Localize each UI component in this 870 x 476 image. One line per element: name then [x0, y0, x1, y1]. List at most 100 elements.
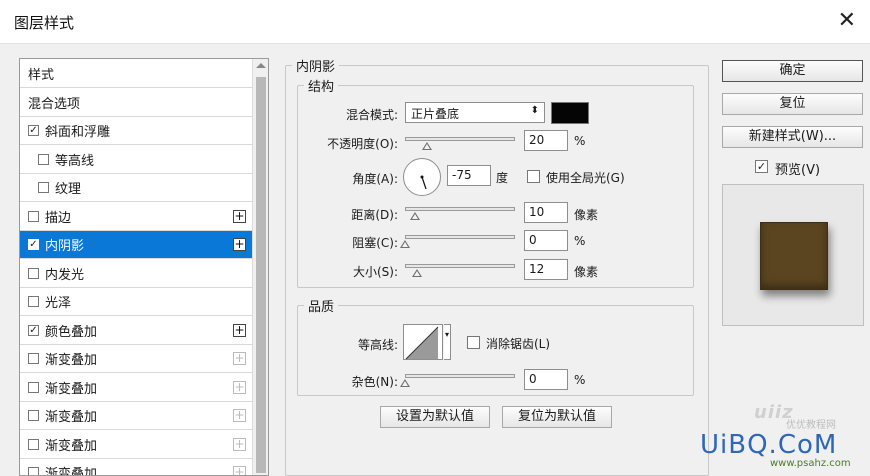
ok-button[interactable]: 确定 [722, 60, 863, 82]
style-list-item[interactable]: 渐变叠加 + [20, 345, 252, 373]
antialias-checkbox[interactable] [467, 336, 480, 349]
title-bar: 图层样式 ✕ [0, 0, 870, 44]
style-list-item[interactable]: 光泽 [20, 288, 252, 316]
style-list-item[interactable]: 渐变叠加 + [20, 402, 252, 430]
add-effect-plus-icon: + [233, 436, 246, 451]
distance-slider-thumb[interactable] [410, 212, 420, 220]
choke-slider-thumb[interactable] [400, 240, 410, 248]
scroll-up-arrow-icon[interactable] [256, 63, 266, 68]
size-input[interactable]: 12 [524, 259, 568, 280]
add-effect-plus-icon[interactable]: + [233, 209, 246, 223]
noise-slider[interactable] [405, 374, 515, 378]
style-list-item-label: 内阴影 [45, 239, 85, 254]
preview-swatch [760, 222, 828, 290]
size-unit: 像素 [574, 265, 599, 279]
contour-preview-icon [405, 326, 439, 360]
style-list-item-label: 渐变叠加 [45, 410, 98, 425]
blend-mode-select[interactable]: 正片叠底 ⬍ [405, 102, 545, 123]
opacity-unit: % [574, 134, 586, 148]
opacity-input[interactable]: 20 [524, 130, 568, 151]
distance-label: 距离(D): [351, 208, 398, 222]
style-list-item[interactable]: 纹理 [20, 174, 252, 202]
quality-legend: 品质 [308, 300, 335, 315]
blend-mode-label: 混合模式: [345, 108, 398, 122]
noise-slider-thumb[interactable] [400, 379, 410, 387]
style-list-item[interactable]: 等高线 [20, 146, 252, 174]
add-effect-plus-icon[interactable]: + [233, 323, 246, 337]
add-effect-plus-icon: + [233, 408, 246, 422]
style-list-item[interactable]: 混合选项 [20, 89, 252, 117]
watermark-site: www.psahz.com [770, 458, 851, 469]
checkbox-checked-icon[interactable]: ✓ [28, 324, 39, 336]
style-list-item[interactable]: 描边 + [20, 203, 252, 231]
watermark-subtitle: 优优教程网 [786, 420, 836, 431]
style-list-item[interactable]: 样式 [20, 60, 252, 88]
choke-label: 阻塞(C): [352, 236, 398, 250]
new-style-button[interactable]: 新建样式(W)... [722, 126, 863, 148]
style-list-item[interactable]: ✓ 内阴影 + [20, 231, 252, 259]
style-list-item-label: 描边 [45, 210, 72, 226]
opacity-slider[interactable] [405, 137, 515, 141]
checkbox-icon[interactable] [28, 438, 39, 450]
contour-label: 等高线: [357, 338, 398, 352]
style-list-item-label: 斜面和浮雕 [45, 125, 111, 140]
distance-unit: 像素 [574, 208, 599, 222]
style-list-item-label: 等高线 [55, 153, 95, 169]
angle-input[interactable]: -75 [447, 165, 491, 186]
shadow-color-swatch[interactable] [551, 102, 589, 124]
add-effect-plus-icon[interactable]: + [233, 238, 246, 251]
angle-dial[interactable] [403, 158, 441, 196]
style-list-item[interactable]: 内发光 [20, 260, 252, 288]
style-list-item[interactable]: 渐变叠加 + [20, 459, 252, 476]
preview-label: 预览(V) [775, 163, 821, 178]
checkbox-checked-icon[interactable]: ✓ [28, 239, 39, 250]
checkbox-icon[interactable] [28, 381, 39, 393]
updown-arrow-icon: ⬍ [530, 105, 539, 116]
checkbox-icon[interactable] [28, 267, 39, 279]
structure-legend: 结构 [308, 80, 335, 95]
style-list-item-label: 渐变叠加 [45, 467, 98, 476]
close-icon[interactable]: ✕ [838, 8, 856, 34]
style-list-item-label: 渐变叠加 [45, 438, 98, 454]
noise-unit: % [574, 373, 586, 387]
add-effect-plus-icon: + [233, 466, 246, 475]
watermark-brand: UiBQ.CoM [700, 430, 838, 460]
checkbox-icon[interactable] [38, 153, 49, 165]
antialias-label: 消除锯齿(L) [486, 337, 551, 351]
style-list-item[interactable]: 渐变叠加 + [20, 374, 252, 402]
opacity-slider-thumb[interactable] [422, 142, 432, 150]
checkbox-checked-icon[interactable]: ✓ [28, 125, 39, 136]
choke-input[interactable]: 0 [524, 230, 568, 251]
checkbox-icon[interactable] [38, 182, 49, 193]
scrollbar-thumb[interactable] [256, 77, 266, 473]
distance-input[interactable]: 10 [524, 202, 568, 223]
size-slider[interactable] [405, 264, 515, 268]
style-list-item-label: 渐变叠加 [45, 353, 98, 368]
checkbox-icon[interactable] [28, 410, 39, 421]
checkbox-icon[interactable] [28, 296, 39, 307]
style-list-item-label: 纹理 [55, 182, 82, 197]
style-list-item[interactable]: 渐变叠加 + [20, 431, 252, 459]
distance-slider[interactable] [405, 207, 515, 211]
noise-input[interactable]: 0 [524, 369, 568, 390]
checkbox-icon[interactable] [28, 353, 39, 364]
contour-dropdown-arrow-icon[interactable]: ▾ [444, 324, 451, 360]
checkbox-icon[interactable] [28, 210, 39, 222]
choke-slider[interactable] [405, 235, 515, 239]
opacity-label: 不透明度(O): [327, 137, 398, 151]
reset-button[interactable]: 复位 [722, 93, 863, 115]
style-list-item[interactable]: ✓ 颜色叠加 + [20, 317, 252, 345]
preview-checkbox[interactable]: ✓ [755, 160, 768, 173]
angle-label: 角度(A): [352, 172, 398, 186]
style-list-item-label: 样式 [28, 68, 55, 83]
global-light-checkbox[interactable] [527, 170, 540, 183]
style-list-item[interactable]: ✓ 斜面和浮雕 [20, 117, 252, 145]
style-list-scrollbar[interactable] [252, 59, 268, 475]
make-default-button[interactable]: 设置为默认值 [380, 406, 490, 428]
reset-to-default-button[interactable]: 复位为默认值 [502, 406, 612, 428]
contour-picker[interactable] [403, 324, 443, 360]
size-slider-thumb[interactable] [412, 269, 422, 277]
style-list-item-label: 混合选项 [28, 96, 81, 112]
checkbox-icon[interactable] [28, 467, 39, 475]
style-list-item-label: 颜色叠加 [45, 324, 98, 340]
